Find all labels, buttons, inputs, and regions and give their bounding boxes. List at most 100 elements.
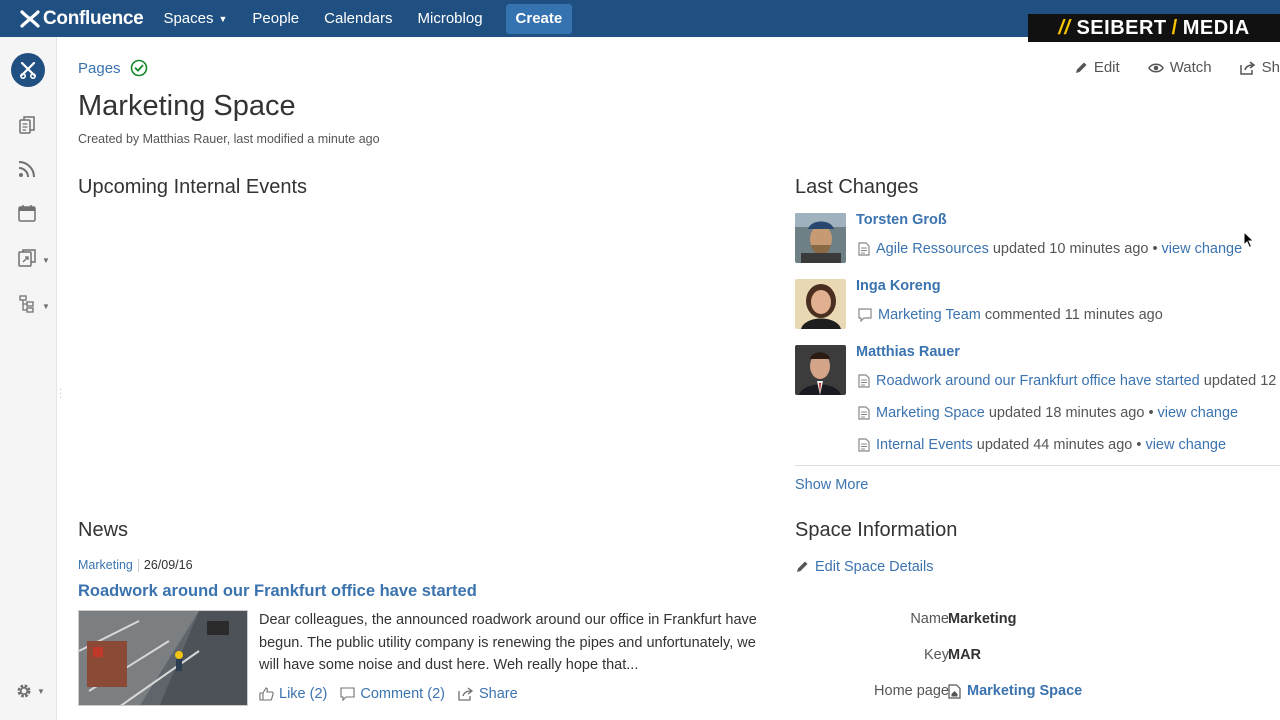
breadcrumb-pages-link[interactable]: Pages [78,60,121,77]
comment-button[interactable]: Comment (2) [340,686,445,702]
watermark-slash: // [1058,16,1071,39]
comment-label: Comment (2) [360,686,445,702]
separator-dot: • [1152,241,1158,257]
avatar[interactable] [795,213,846,263]
change-item-status: updated 18 minutes ago [988,405,1145,421]
edit-label: Edit [1093,59,1120,76]
edit-space-details-label: Edit Space Details [815,559,934,575]
info-value: MAR [948,647,982,663]
change-item: Agile Ressources updated 10 minutes ago … [858,241,1242,257]
nav-spaces[interactable]: Spaces ▼ [163,10,227,27]
comment-icon [858,308,872,322]
change-item: Marketing Team commented 11 minutes ago [858,307,1163,323]
news-meta: Marketing 26/09/16 [78,558,193,572]
like-label: Like (2) [279,686,328,702]
change-item-title[interactable]: Marketing Space [876,405,985,421]
change-item: Roadwork around our Frankfurt office hav… [858,373,1276,389]
share-icon [458,687,474,701]
space-info-row: Home page Marketing Space [795,683,1195,703]
nav-microblog[interactable]: Microblog [418,10,483,27]
show-more-link[interactable]: Show More [795,477,868,493]
change-item-title[interactable]: Roadwork around our Frankfurt office hav… [876,373,1200,389]
news-excerpt: Dear colleagues, the announced roadwork … [259,612,757,673]
info-label: Home page [874,683,949,699]
pages-icon[interactable] [17,115,37,135]
comment-icon [340,687,355,701]
gear-icon [17,684,31,698]
brand-name: Confluence [43,7,144,29]
calendar-icon[interactable] [17,203,37,223]
news-date: 26/09/16 [143,558,193,572]
space-logo-icon[interactable] [11,53,45,87]
chevron-down-icon: ▼ [37,686,45,696]
eye-icon [1147,63,1164,72]
news-actions: Like (2) Comment (2) Share [259,686,531,702]
edit-button[interactable]: Edit [1074,59,1120,76]
roadwork-image [79,611,247,705]
change-item-title[interactable]: Internal Events [876,437,973,453]
share-button[interactable]: Sh [1239,59,1280,76]
create-button[interactable]: Create [505,3,573,34]
change-item-title[interactable]: Agile Ressources [876,241,989,257]
confluence-logo[interactable]: Confluence [20,7,144,30]
pencil-icon [797,561,808,572]
space-info-heading: Space Information [795,519,958,541]
page-icon [858,406,870,420]
share-button[interactable]: Share [458,686,518,702]
space-sidebar: ▼ ▼ ▼ [0,37,57,720]
change-user-link[interactable]: Inga Koreng [856,278,941,294]
news-heading: News [78,519,129,541]
chevron-down-icon: ▼ [218,13,228,24]
change-user-link[interactable]: Matthias Rauer [856,344,960,360]
chevron-down-icon[interactable]: ▼ [42,302,50,311]
shortcut-icon[interactable] [17,248,37,268]
watermark-right: MEDIA [1182,16,1250,39]
rss-icon[interactable] [17,159,37,179]
watermark-separator: / [1171,16,1178,39]
breadcrumb: Pages [78,59,148,77]
news-label-tag[interactable]: Marketing [78,558,133,572]
watermark-left: SEIBERT [1076,16,1167,39]
divider [795,465,1280,466]
chevron-down-icon[interactable]: ▼ [42,256,50,265]
change-user-link[interactable]: Torsten Groß [856,212,947,228]
space-info-row: Name Marketing [795,611,1195,631]
user-avatar-image [795,345,846,395]
home-page-label: Marketing Space [967,683,1083,699]
change-item-title[interactable]: Marketing Team [878,307,981,323]
change-item: Marketing Space updated 18 minutes ago •… [858,405,1238,421]
change-item-status: commented 11 minutes ago [984,307,1163,323]
sidebar-resize-handle[interactable]: · · · [59,385,62,403]
share-label: Sh [1261,59,1280,76]
change-item-status: updated 44 minutes ago [976,437,1133,453]
view-change-link[interactable]: view change [1162,241,1243,257]
view-change-link[interactable]: view change [1145,437,1226,453]
space-info-row: Key MAR [795,647,1195,667]
news-post-title[interactable]: Roadwork around our Frankfurt office hav… [78,582,477,601]
info-label: Key [924,647,949,663]
page-byline: Created by Matthias Rauer, last modified… [78,132,380,146]
user-avatar-image [795,279,846,329]
watch-label: Watch [1169,59,1212,76]
share-icon [1239,60,1255,75]
tree-icon[interactable] [17,294,37,314]
view-change-link[interactable]: view change [1158,405,1239,421]
home-page-link[interactable]: Marketing Space [948,683,1082,699]
avatar[interactable] [795,345,846,395]
nav-people[interactable]: People [252,10,299,27]
info-label: Name [910,611,949,627]
info-value: Marketing [948,611,1017,627]
page-actions: Edit Watch Sh [1046,59,1280,76]
main-content: Pages Edit Watch Sh Marketing Space Crea… [78,37,1280,720]
seibert-media-watermark: // SEIBERT / MEDIA [1028,14,1280,42]
separator-dot: • [1136,437,1142,453]
like-button[interactable]: Like (2) [259,686,327,702]
watch-button[interactable]: Watch [1147,59,1212,76]
last-changes-heading: Last Changes [795,176,919,198]
edit-space-details-link[interactable]: Edit Space Details [795,559,933,575]
avatar[interactable] [795,279,846,329]
space-settings-button[interactable]: ▼ [15,682,45,700]
nav-calendars[interactable]: Calendars [324,10,392,27]
news-thumbnail[interactable] [78,610,248,706]
confluence-x-icon [20,9,40,28]
